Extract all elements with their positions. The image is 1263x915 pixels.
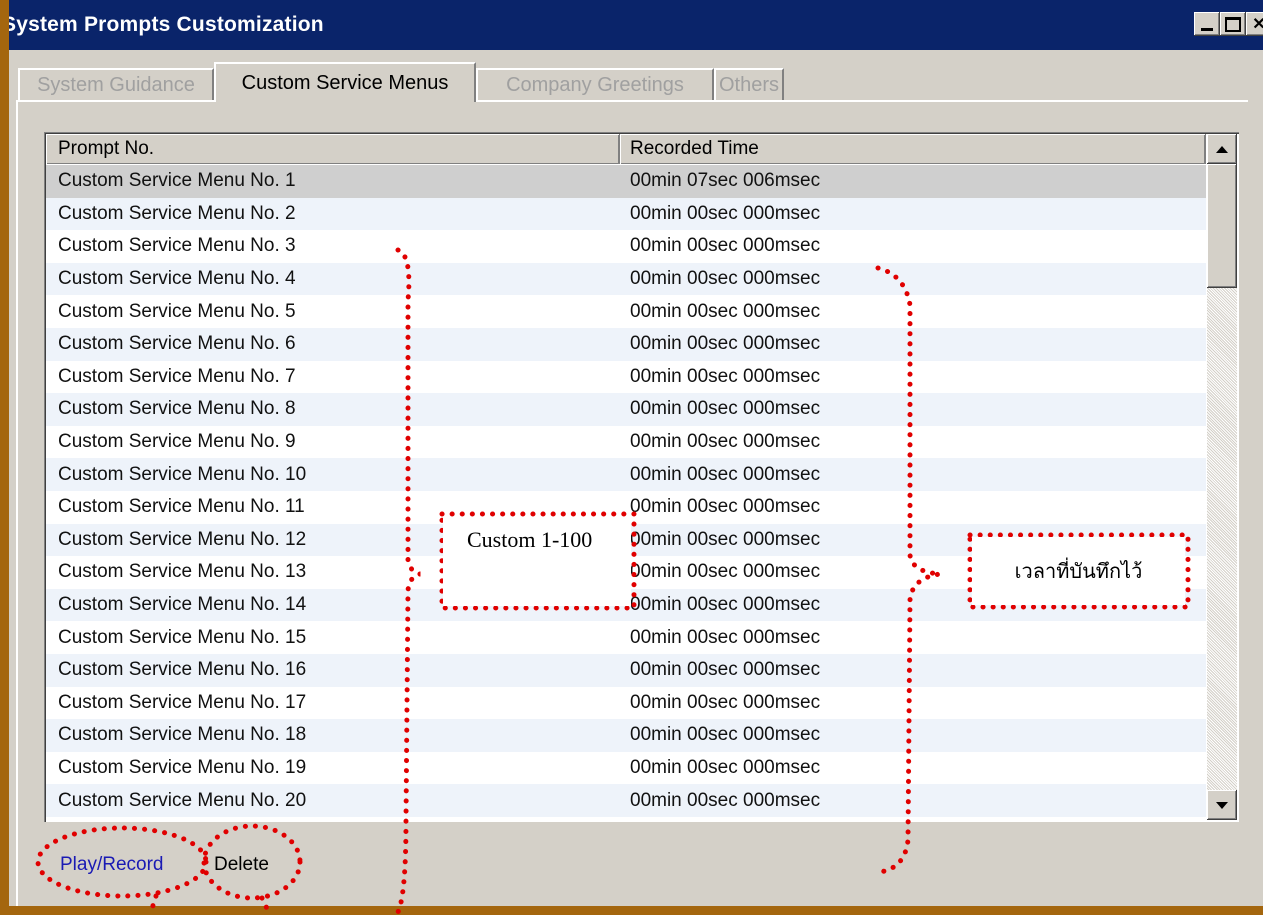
recorded-time-cell: 00min 07sec 006msec — [630, 170, 821, 192]
table-row[interactable]: Custom Service Menu No. 4 00min 00sec 000… — [46, 262, 1206, 296]
prompt-name-cell: Custom Service Menu No. 17 — [58, 691, 307, 713]
scroll-up-button[interactable] — [1207, 134, 1237, 164]
table-row[interactable]: Custom Service Menu No. 6 00min 00sec 000… — [46, 327, 1206, 361]
window-title: System Prompts Customization — [2, 13, 324, 36]
recorded-time-cell: 00min 00sec 000msec — [630, 235, 821, 257]
minimize-button[interactable] — [1194, 12, 1220, 36]
prompt-name-cell: Custom Service Menu No. 2 — [58, 202, 296, 224]
table-row[interactable]: Custom Service Menu No. 16 00min 00sec 00… — [46, 653, 1206, 687]
recorded-time-cell: 00min 00sec 000msec — [630, 789, 821, 811]
recorded-time-cell: 00min 00sec 000msec — [630, 398, 821, 420]
window-frame-left — [0, 0, 9, 915]
table-row[interactable]: Custom Service Menu No. 15 00min 00sec 00… — [46, 621, 1206, 654]
window-frame-bottom — [0, 906, 1263, 915]
recorded-time-cell: 00min 00sec 000msec — [630, 594, 821, 616]
recorded-time-cell: 00min 00sec 000msec — [630, 528, 821, 550]
table-row[interactable]: Custom Service Menu No. 9 00min 00sec 000… — [46, 426, 1206, 459]
column-header-prompt-no[interactable]: Prompt No. — [46, 134, 620, 164]
arrow-down-icon — [1216, 801, 1228, 809]
prompt-name-cell: Custom Service Menu No. 10 — [58, 463, 307, 485]
prompt-name-cell: Custom Service Menu No. 4 — [58, 268, 296, 290]
recorded-time-cell: 00min 00sec 000msec — [630, 202, 821, 224]
prompt-name-cell: Custom Service Menu No. 1 — [58, 170, 296, 192]
table-row[interactable]: Custom Service Menu No. 2100min 00sec 00… — [46, 817, 1206, 822]
table-row[interactable]: Custom Service Menu No. 19 00min 00sec 00… — [46, 752, 1206, 785]
recorded-time-cell: 00min 00sec 000msec — [630, 561, 821, 583]
scroll-down-button[interactable] — [1207, 790, 1237, 820]
table-row[interactable]: Custom Service Menu No. 12 00min 00sec 00… — [46, 523, 1206, 557]
tab-custom-service-menus[interactable]: Custom Service Menus — [214, 62, 476, 102]
prompt-name-cell: Custom Service Menu No. 6 — [58, 333, 296, 355]
tab-others[interactable]: Others — [714, 68, 784, 100]
maximize-icon — [1225, 16, 1241, 32]
recorded-time-cell: 00min 00sec 000msec — [630, 756, 821, 778]
recorded-time-cell: 00min 00sec 000msec — [630, 268, 821, 290]
table-row[interactable]: Custom Service Menu No. 3 00min 00sec 000… — [46, 230, 1206, 263]
recorded-time-cell: 00min 00sec 000msec — [630, 496, 821, 518]
play-record-button[interactable]: Play/Record — [60, 850, 164, 880]
prompt-name-cell: Custom Service Menu No. 14 — [58, 594, 307, 616]
prompt-name-cell: Custom Service Menu No. 19 — [58, 756, 307, 778]
prompt-name-cell: Custom Service Menu No. 9 — [58, 431, 296, 453]
table-row[interactable]: Custom Service Menu No. 5 00min 00sec 000… — [46, 295, 1206, 328]
title-bar[interactable]: System Prompts Customization ✕ — [0, 0, 1263, 50]
recorded-time-cell: 00min 00sec 000msec — [630, 365, 821, 387]
prompts-list-view[interactable]: Prompt No. Recorded Time Custom Service … — [44, 132, 1239, 822]
recorded-time-cell: 00min 00sec 000msec — [630, 691, 821, 713]
table-row[interactable]: Custom Service Menu No. 13 00min 00sec 00… — [46, 556, 1206, 589]
recorded-time-cell: 00min 00sec 000msec — [630, 724, 821, 746]
close-icon: ✕ — [1252, 16, 1263, 33]
prompt-name-cell: Custom Service Menu No. 7 — [58, 365, 296, 387]
scroll-thumb[interactable] — [1207, 164, 1237, 288]
table-row[interactable]: Custom Service Menu No. 20 00min 00sec 00… — [46, 784, 1206, 817]
table-row[interactable]: Custom Service Menu No. 10 00min 00sec 00… — [46, 458, 1206, 491]
list-rows: Custom Service Menu No. 1 00min 07sec 006… — [46, 165, 1206, 822]
prompt-name-cell: Custom Service Menu No. 18 — [58, 724, 307, 746]
prompt-name-cell: Custom Service Menu No. 15 — [58, 626, 307, 648]
table-row[interactable]: Custom Service Menu No. 18 00min 00sec 00… — [46, 719, 1206, 752]
system-prompts-window: System Prompts Customization ✕ System Gu… — [0, 0, 1263, 915]
recorded-time-cell: 00min 00sec 000msec — [630, 333, 821, 355]
prompt-name-cell: Custom Service Menu No. 20 — [58, 789, 307, 811]
column-header-recorded-time[interactable]: Recorded Time — [620, 134, 1206, 164]
minimize-icon — [1201, 27, 1213, 31]
recorded-time-cell: 00min 00sec 000msec — [630, 626, 821, 648]
recorded-time-cell: 00min 00sec 000msec — [630, 431, 821, 453]
prompt-name-cell: Custom Service Menu No. 12 — [58, 528, 307, 550]
table-row[interactable]: Custom Service Menu No. 8 00min 00sec 000… — [46, 393, 1206, 426]
delete-button[interactable]: Delete — [214, 850, 269, 880]
tab-company-greetings[interactable]: Company Greetings — [476, 68, 714, 100]
close-button[interactable]: ✕ — [1246, 12, 1263, 36]
prompt-name-cell: Custom Service Menu No. 11 — [58, 496, 305, 518]
prompt-name-cell: Custom Service Menu No. 8 — [58, 398, 296, 420]
tab-system-guidance[interactable]: System Guidance — [18, 68, 214, 100]
table-row[interactable]: Custom Service Menu No. 14 00min 00sec 00… — [46, 588, 1206, 622]
prompt-name-cell: Custom Service Menu No. 16 — [58, 659, 307, 681]
prompt-name-cell: Custom Service Menu No. 5 — [58, 300, 296, 322]
recorded-time-cell: 00min 00sec 000msec — [630, 463, 821, 485]
table-row[interactable]: Custom Service Menu No. 17 00min 00sec 00… — [46, 687, 1206, 720]
recorded-time-cell: 00min 00sec 000msec — [630, 300, 821, 322]
list-header: Prompt No. Recorded Time — [46, 134, 1206, 164]
arrow-up-icon — [1216, 145, 1228, 153]
maximize-button[interactable] — [1220, 12, 1246, 36]
table-row[interactable]: Custom Service Menu No. 1 00min 07sec 006… — [46, 165, 1206, 198]
vertical-scrollbar[interactable] — [1207, 134, 1237, 820]
prompt-name-cell: Custom Service Menu No. 13 — [58, 561, 307, 583]
table-row[interactable]: Custom Service Menu No. 7 00min 00sec 000… — [46, 361, 1206, 394]
recorded-time-cell: 00min 00sec 000msec — [630, 659, 821, 681]
prompt-name-cell: Custom Service Menu No. 3 — [58, 235, 296, 257]
table-row[interactable]: Custom Service Menu No. 11 00min 00sec 00… — [46, 491, 1206, 524]
table-row[interactable]: Custom Service Menu No. 2 00min 00sec 000… — [46, 197, 1206, 231]
